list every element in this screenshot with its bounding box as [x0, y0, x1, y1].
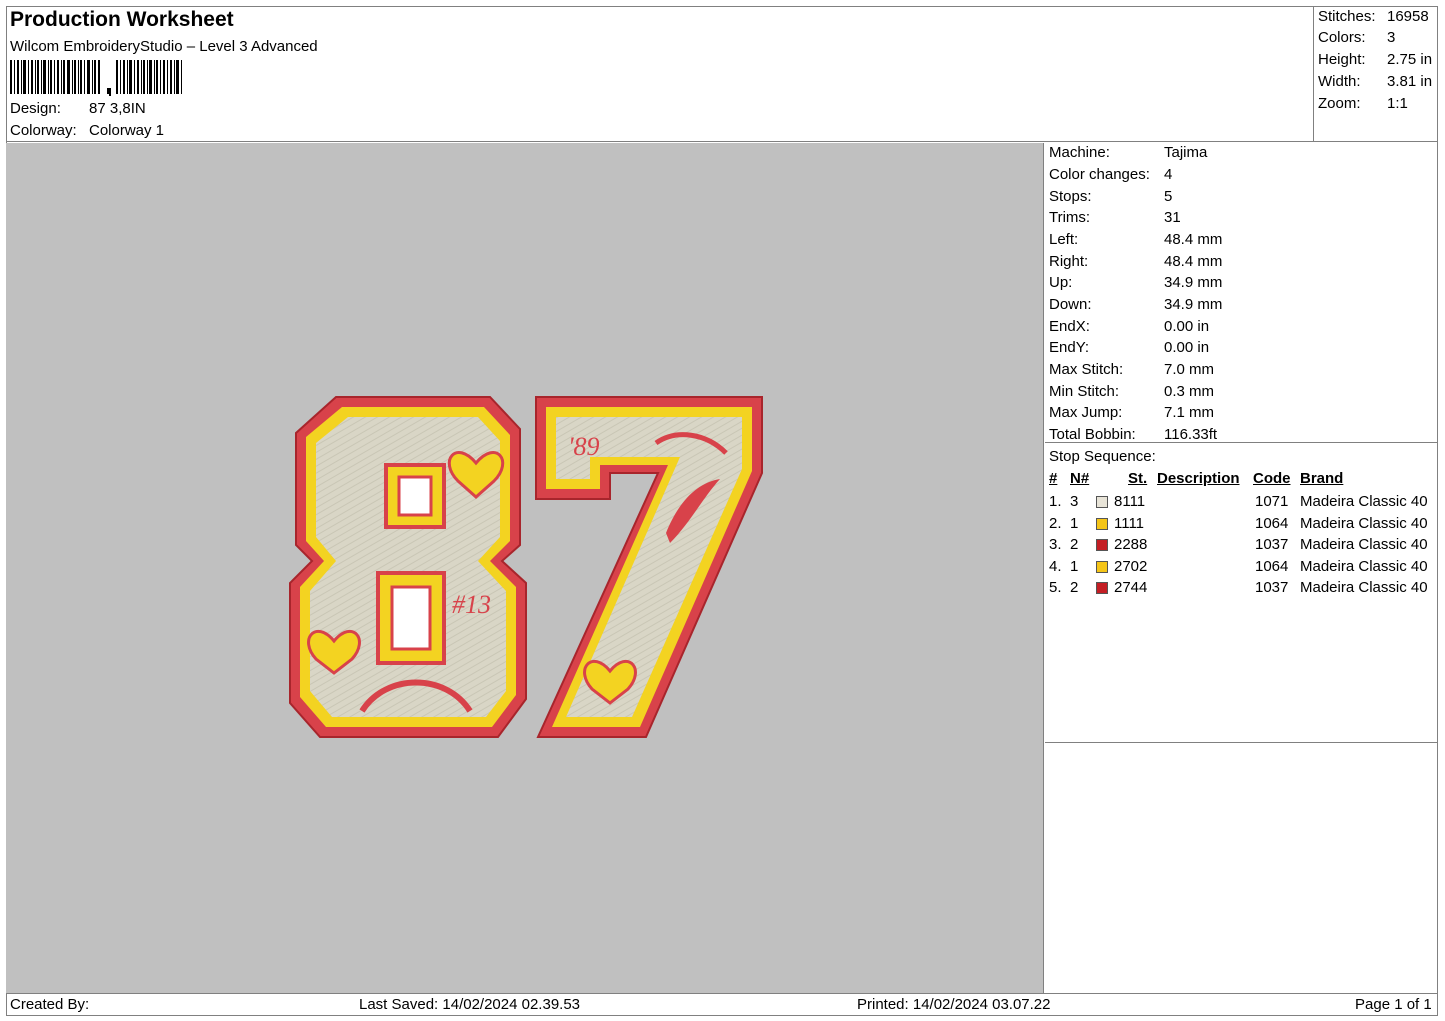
row-stitches: 8111 [1114, 493, 1146, 510]
row-index: 1. [1049, 493, 1062, 510]
embroidery-design: #13 '89 [289, 396, 763, 738]
col-header-num: # [1049, 470, 1058, 487]
barcode-icon [10, 60, 182, 96]
colorway-value: Colorway 1 [89, 122, 165, 139]
machine-row: Total Bobbin: 116.33ft [1049, 426, 1218, 443]
row-stitches: 1111 [1114, 514, 1145, 532]
colorway-row: Colorway: Colorway 1 [10, 122, 164, 139]
row-index: 4. [1049, 557, 1062, 575]
row-index: 5. [1049, 579, 1062, 597]
tag-left-text: #13 [452, 590, 491, 619]
summary-panel: Stitches: 16958 Colors: 3 Height: 2.75 in W… [1314, 6, 1438, 142]
row-stitches: 2702 [1114, 557, 1148, 575]
design-row: Design: 87 3,8IN [10, 100, 146, 117]
row-code: 1064 [1255, 514, 1289, 532]
color-swatch [1096, 582, 1108, 595]
row-code: 1071 [1255, 493, 1289, 510]
row-needle: 2 [1070, 536, 1079, 554]
machine-row: Color changes: 4 [1049, 166, 1173, 183]
machine-row: Up: 34.9 mm [1049, 274, 1223, 291]
row-stitches: 2288 [1114, 536, 1148, 554]
row-brand: Madeira Classic 40 [1300, 557, 1428, 575]
tag-right-text: '89 [568, 432, 600, 461]
machine-row: EndY: 0.00 in [1049, 339, 1210, 356]
color-swatch [1096, 560, 1108, 573]
col-header-description: Description [1157, 470, 1240, 487]
row-brand: Madeira Classic 40 [1300, 579, 1428, 597]
col-header-brand: Brand [1300, 470, 1344, 487]
design-label: Design: [10, 100, 61, 117]
machine-row: EndX: 0.00 in [1049, 318, 1210, 335]
row-brand: Madeira Classic 40 [1300, 493, 1428, 510]
worksheet-footer: Created By: Last Saved: 14/02/2024 02.39… [6, 993, 1438, 1016]
row-needle: 1 [1070, 557, 1079, 575]
row-code: 1064 [1255, 557, 1289, 575]
row-code: 1037 [1255, 536, 1289, 554]
color-swatch [1096, 496, 1108, 508]
machine-row: Right: 48.4 mm [1049, 253, 1223, 270]
color-swatch [1096, 539, 1108, 552]
machine-info: Machine: Tajima Color changes: 4 Stops: 5 T… [1045, 143, 1438, 443]
machine-row: Stops: 5 [1049, 188, 1173, 205]
machine-row: Max Stitch: 7.0 mm [1049, 361, 1215, 378]
digit-eight: #13 [289, 396, 527, 738]
row-brand: Madeira Classic 40 [1300, 536, 1428, 554]
software-name: Wilcom EmbroideryStudio – Level 3 Advanc… [10, 38, 318, 55]
row-brand: Madeira Classic 40 [1300, 514, 1428, 532]
machine-row: Machine: Tajima [1049, 144, 1208, 161]
row-needle: 3 [1070, 493, 1079, 510]
row-needle: 1 [1070, 514, 1079, 532]
row-needle: 2 [1070, 579, 1079, 597]
col-header-needle: N# [1070, 470, 1090, 487]
row-code: 1037 [1255, 579, 1289, 597]
col-header-stitches: St. [1128, 470, 1148, 487]
machine-row: Down: 34.9 mm [1049, 296, 1223, 313]
row-index: 3. [1049, 536, 1062, 554]
row-stitches: 2744 [1114, 579, 1148, 597]
created-by: Created By: [10, 996, 90, 1013]
machine-row: Min Stitch: 0.3 mm [1049, 383, 1215, 400]
worksheet-title: Production Worksheet [10, 8, 234, 31]
last-saved: Last Saved: 14/02/2024 02.39.53 [359, 996, 581, 1013]
row-index: 2. [1049, 514, 1062, 532]
stop-sequence-title: Stop Sequence: [1049, 448, 1156, 465]
digit-seven: '89 [535, 396, 763, 738]
machine-row: Trims: 31 [1049, 209, 1181, 226]
side-panel: Machine: Tajima Color changes: 4 Stops: 5 T… [1045, 143, 1438, 993]
col-header-code: Code [1253, 470, 1291, 487]
worksheet-header: Production Worksheet Wilcom EmbroiderySt… [6, 6, 1314, 142]
machine-row: Left: 48.4 mm [1049, 231, 1223, 248]
color-swatch [1096, 517, 1108, 530]
design-preview: #13 '89 [6, 143, 1044, 993]
design-value: 87 3,8IN [89, 100, 146, 117]
printed-date: Printed: 14/02/2024 03.07.22 [857, 996, 1051, 1013]
page-number: Page 1 of 1 [1355, 996, 1432, 1013]
colorway-label: Colorway: [10, 122, 77, 139]
machine-row: Max Jump: 7.1 mm [1049, 404, 1215, 421]
stop-sequence: Stop Sequence: # N# St. Description Code… [1045, 443, 1438, 743]
